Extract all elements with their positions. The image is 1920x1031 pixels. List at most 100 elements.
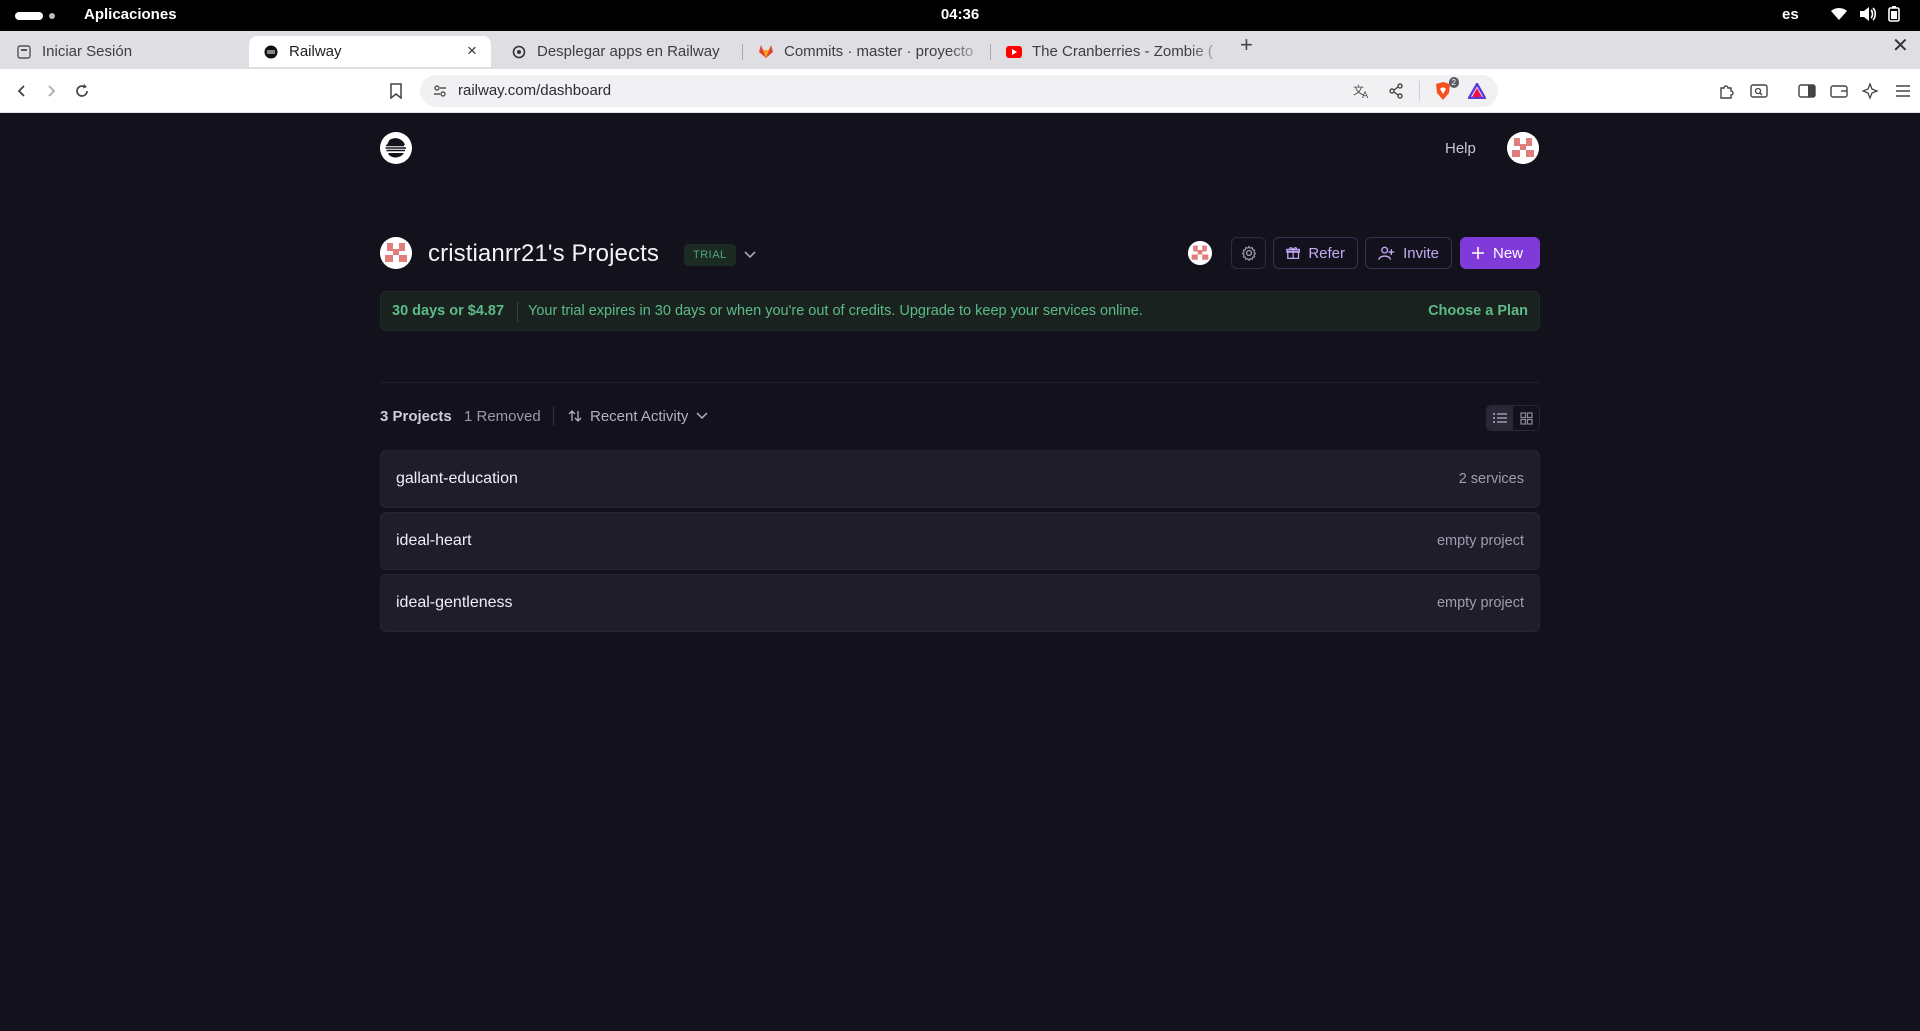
project-name: ideal-gentleness [396, 594, 513, 611]
sidebar-toggle-icon[interactable] [1796, 80, 1818, 102]
workspace-indicator-icon[interactable] [15, 12, 43, 20]
list-view-icon[interactable] [1487, 406, 1513, 430]
forward-icon[interactable] [40, 80, 62, 102]
choose-plan-link[interactable]: Choose a Plan [1428, 303, 1528, 319]
tab-label: Iniciar Sesión [42, 43, 133, 60]
new-label: New [1493, 244, 1524, 262]
tab-label: Commits · master · proyecto [784, 43, 974, 60]
project-row[interactable]: gallant-education 2 services [380, 450, 1540, 508]
os-top-bar: Aplicaciones 04:36 es [0, 0, 1920, 31]
os-language-indicator[interactable]: es [1782, 6, 1799, 23]
browser-toolbar: railway.com/dashboard 文A 2 [0, 69, 1920, 113]
brave-rewards-icon[interactable] [1466, 80, 1488, 102]
projects-count: 3 Projects [380, 408, 452, 425]
browser-tab-strip: Iniciar Sesión Railway × Desplegar apps … [0, 31, 1920, 69]
project-services-count: 2 services [1458, 471, 1524, 487]
leo-search-icon[interactable] [1748, 80, 1770, 102]
new-project-button[interactable]: New [1460, 237, 1540, 269]
railway-dashboard: Help cristianrr21's Projects TRIAL Refer… [0, 113, 1920, 1031]
invite-button[interactable]: Invite [1365, 237, 1452, 269]
back-icon[interactable] [11, 80, 33, 102]
tab-railway[interactable]: Railway × [249, 36, 491, 67]
youtube-icon [1006, 44, 1022, 60]
workspace-settings-button[interactable] [1231, 237, 1266, 269]
wifi-icon [1831, 7, 1847, 20]
shields-count-badge: 2 [1448, 77, 1459, 88]
leo-ai-icon[interactable] [1860, 80, 1882, 102]
trial-badge: TRIAL [684, 244, 736, 266]
tab-youtube[interactable]: The Cranberries - Zombie ( [992, 36, 1228, 67]
os-status-icons[interactable] [1830, 6, 1900, 22]
tab-separator [742, 44, 743, 60]
address-bar-divider [1419, 81, 1420, 101]
site-settings-icon[interactable] [432, 83, 448, 104]
bookmark-icon[interactable] [385, 80, 407, 102]
address-bar[interactable]: railway.com/dashboard 文A 2 [420, 75, 1498, 107]
os-clock[interactable]: 04:36 [0, 6, 1920, 23]
workspace-switcher-chevron-icon[interactable] [740, 245, 760, 265]
invite-label: Invite [1403, 244, 1439, 262]
member-avatar[interactable] [1188, 241, 1212, 265]
os-applications-menu[interactable]: Aplicaciones [84, 6, 177, 23]
gear-icon [1241, 245, 1256, 261]
menu-icon[interactable] [1892, 80, 1914, 102]
url-text[interactable]: railway.com/dashboard [458, 82, 611, 99]
trial-remaining: 30 days or $4.87 [392, 303, 505, 319]
address-bar-actions: 文A 2 [1351, 77, 1488, 102]
project-row[interactable]: ideal-heart empty project [380, 512, 1540, 570]
section-divider [380, 382, 1540, 383]
close-tab-icon[interactable]: × [463, 42, 481, 60]
wallet-icon[interactable] [1828, 80, 1850, 102]
project-row[interactable]: ideal-gentleness empty project [380, 574, 1540, 632]
view-toggle [1486, 405, 1540, 431]
extensions-icon[interactable] [1716, 80, 1738, 102]
openai-icon [511, 44, 527, 60]
share-icon[interactable] [1385, 80, 1407, 102]
trial-banner: 30 days or $4.87 Your trial expires in 3… [380, 291, 1540, 331]
railway-logo-icon[interactable] [380, 132, 412, 164]
refer-button[interactable]: Refer [1273, 237, 1358, 269]
volume-icon [1860, 7, 1877, 21]
sort-label: Recent Activity [590, 407, 689, 425]
reload-icon[interactable] [71, 80, 93, 102]
filter-divider [553, 406, 554, 426]
brave-shields-icon[interactable]: 2 [1432, 77, 1459, 102]
browser-toolbar-actions [1716, 80, 1914, 102]
grid-view-icon[interactable] [1513, 406, 1539, 430]
tab-label: Desplegar apps en Railway [537, 43, 720, 60]
user-plus-icon [1378, 246, 1395, 260]
tab-separator [990, 44, 991, 60]
project-services-count: empty project [1436, 595, 1524, 611]
tab-desplegar-apps[interactable]: Desplegar apps en Railway [497, 36, 741, 67]
tab-fade [948, 36, 988, 67]
svg-text:A: A [1362, 91, 1369, 99]
project-services-count: empty project [1436, 533, 1524, 549]
railway-icon [263, 44, 279, 60]
tab-label: The Cranberries - Zombie ( [1032, 43, 1213, 60]
tab-iniciar-sesion[interactable]: Iniciar Sesión [2, 36, 242, 67]
workspace-dot-icon[interactable] [49, 13, 55, 19]
plus-icon [1472, 247, 1484, 259]
page-icon [16, 44, 32, 60]
new-tab-icon[interactable]: + [1240, 32, 1253, 58]
battery-icon [1888, 6, 1900, 22]
user-avatar[interactable] [1507, 132, 1539, 164]
trial-message: Your trial expires in 30 days or when yo… [528, 303, 1143, 319]
gitlab-icon [758, 44, 774, 60]
tab-fade [1188, 36, 1228, 67]
removed-projects-link[interactable]: 1 Removed [464, 408, 541, 425]
sort-icon [568, 410, 582, 422]
project-name: gallant-education [396, 470, 518, 487]
gift-icon [1286, 247, 1301, 259]
workspace-title: cristianrr21's Projects [428, 240, 659, 267]
workspace-avatar [380, 237, 412, 269]
chevron-down-icon [696, 412, 708, 420]
refer-label: Refer [1308, 244, 1345, 262]
help-link[interactable]: Help [1445, 140, 1476, 157]
close-window-icon[interactable]: ✕ [1892, 33, 1909, 58]
tab-label: Railway [289, 43, 342, 60]
translate-icon[interactable]: 文A [1351, 80, 1373, 102]
sort-dropdown[interactable]: Recent Activity [568, 404, 708, 428]
banner-divider [517, 302, 518, 322]
tab-commits[interactable]: Commits · master · proyecto [744, 36, 988, 67]
